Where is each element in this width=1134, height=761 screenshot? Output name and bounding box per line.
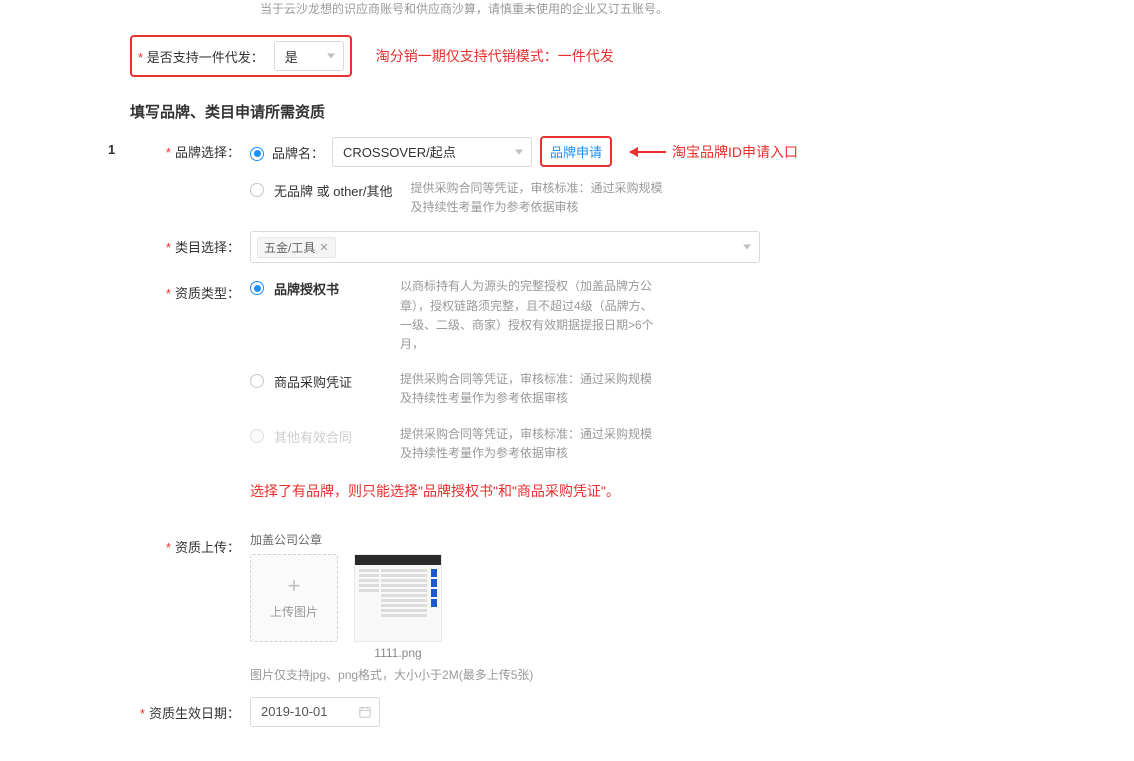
chevron-down-icon <box>515 149 523 154</box>
category-label: 类目选择： <box>175 240 240 255</box>
upload-button[interactable]: + 上传图片 <box>250 554 338 642</box>
brand-annotation: 淘宝品牌ID申请入口 <box>672 142 798 162</box>
qual-opt2-hint: 提供采购合同等凭证，审核标准：通过采购规模及持续性考量作为参考依据审核 <box>400 370 660 408</box>
row-upload: *资质上传： 加盖公司公章 + 上传图片 <box>130 531 1114 683</box>
effective-label: 资质生效日期： <box>149 706 240 721</box>
brand-index: 1 <box>108 142 115 157</box>
radio-qual-opt3 <box>250 429 264 443</box>
qual-opt1-hint: 以商标持有人为源头的完整授权（加盖品牌方公章），授权链路须完整，且不超过4级（品… <box>400 277 660 354</box>
chevron-down-icon <box>743 245 751 250</box>
radio-qual-opt1[interactable] <box>250 281 264 295</box>
dropship-label: 是否支持一件代发： <box>147 50 264 65</box>
row-category: *类目选择： 五金/工具 ✕ <box>130 231 1114 263</box>
upload-caption: 加盖公司公章 <box>250 531 1114 548</box>
upload-label: 资质上传： <box>175 540 240 555</box>
row-dropship: * 是否支持一件代发： 是 淘分销一期仅支持代销模式：一件代发 <box>130 35 1114 77</box>
qual-opt3-hint: 提供采购合同等凭证，审核标准：通过采购规模及持续性考量作为参考依据审核 <box>400 425 660 463</box>
plus-icon: + <box>288 575 301 597</box>
dropship-highlight-box: * 是否支持一件代发： 是 <box>130 35 352 77</box>
radio-qual-opt2[interactable] <box>250 374 264 388</box>
effective-date-input[interactable]: 2019-10-01 <box>250 697 380 727</box>
brand-apply-highlight: 品牌申请 <box>540 136 612 167</box>
category-select[interactable]: 五金/工具 ✕ <box>250 231 760 263</box>
radio-no-brand[interactable] <box>250 183 264 197</box>
brand-apply-link[interactable]: 品牌申请 <box>550 142 602 161</box>
radio-no-brand-label: 无品牌 或 other/其他 <box>274 179 392 200</box>
chevron-down-icon <box>327 54 335 59</box>
row-brand: 1 *品牌选择： 品牌名： CROSSOVER/起点 品牌申请 淘宝品牌ID申请… <box>130 136 1114 217</box>
dropship-select[interactable]: 是 <box>274 41 344 71</box>
qual-opt3-label: 其他有效合同 <box>274 425 352 446</box>
calendar-icon <box>359 706 371 718</box>
close-icon[interactable]: ✕ <box>319 241 328 254</box>
no-brand-hint: 提供采购合同等凭证，审核标准：通过采购规模及持续性考量作为参考依据审核 <box>410 179 670 217</box>
qual-opt1-label: 品牌授权书 <box>274 277 339 298</box>
required-asterisk: * <box>138 50 143 65</box>
arrow-left-icon <box>630 151 666 153</box>
row-effective-date: *资质生效日期： 2019-10-01 <box>130 697 1114 727</box>
section-title: 填写品牌、类目申请所需资质 <box>130 101 1114 122</box>
qual-type-annotation: 选择了有品牌，则只能选择"品牌授权书"和"商品采购凭证"。 <box>250 481 1114 501</box>
thumb-filename: 1111.png <box>374 646 421 660</box>
radio-brand-name[interactable] <box>250 147 264 161</box>
upload-hint: 图片仅支持jpg、png格式，大小小于2M(最多上传5张) <box>250 666 1114 683</box>
qual-type-label: 资质类型： <box>175 286 240 301</box>
category-tag[interactable]: 五金/工具 ✕ <box>257 237 336 258</box>
brand-label: 品牌选择： <box>175 145 240 160</box>
qual-opt2-label: 商品采购凭证 <box>274 370 352 391</box>
radio-brand-name-label: 品牌名： <box>272 141 324 162</box>
upload-thumbnail[interactable]: 1111.png <box>354 554 442 660</box>
top-note: 当于云沙龙想的识应商账号和供应商沙算，请慎重未使用的企业又订五账号。 <box>130 0 1114 21</box>
row-qual-type: *资质类型： 品牌授权书 以商标持有人为源头的完整授权（加盖品牌方公章），授权链… <box>130 277 1114 501</box>
dropship-annotation: 淘分销一期仅支持代销模式：一件代发 <box>376 46 614 66</box>
brand-select[interactable]: CROSSOVER/起点 <box>332 137 532 167</box>
